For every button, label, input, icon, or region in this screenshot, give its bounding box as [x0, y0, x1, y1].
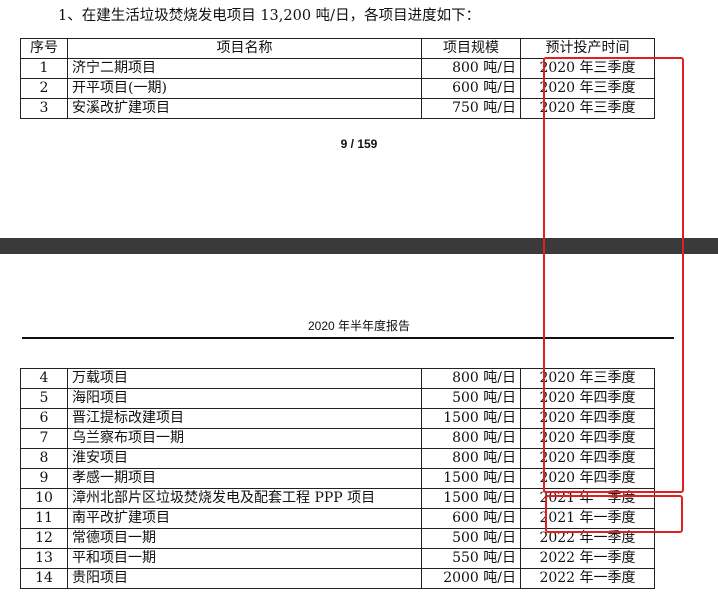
cell-name: 贵阳项目 [67, 568, 422, 589]
cell-scale: 750 吨/日 [421, 98, 521, 119]
cell-no: 8 [20, 448, 68, 469]
cell-scale: 1500 吨/日 [421, 488, 521, 509]
cell-scale: 1500 吨/日 [421, 408, 521, 429]
cell-scale: 800 吨/日 [421, 368, 521, 389]
cell-scale: 600 吨/日 [421, 508, 521, 529]
header-scale: 项目规模 [421, 38, 521, 59]
cell-no: 6 [20, 408, 68, 429]
cell-no: 9 [20, 468, 68, 489]
cell-name: 万载项目 [67, 368, 422, 389]
cell-scale: 550 吨/日 [421, 548, 521, 569]
header-time: 预计投产时间 [520, 38, 655, 59]
cell-name: 济宁二期项目 [67, 58, 422, 79]
cell-name: 海阳项目 [67, 388, 422, 409]
cell-scale: 600 吨/日 [421, 78, 521, 99]
cell-time: 2022 年一季度 [520, 548, 655, 569]
cell-no: 13 [20, 548, 68, 569]
cell-no: 1 [20, 58, 68, 79]
cell-no: 7 [20, 428, 68, 449]
cell-name: 漳州北部片区垃圾焚烧发电及配套工程 PPP 项目 [67, 488, 422, 509]
cell-scale: 2000 吨/日 [421, 568, 521, 589]
cell-scale: 800 吨/日 [421, 448, 521, 469]
cell-scale: 1500 吨/日 [421, 468, 521, 489]
cell-no: 12 [20, 528, 68, 549]
cell-name: 常德项目一期 [67, 528, 422, 549]
cell-name: 平和项目一期 [67, 548, 422, 569]
cell-name: 南平改扩建项目 [67, 508, 422, 529]
cell-no: 5 [20, 388, 68, 409]
cell-no: 2 [20, 78, 68, 99]
intro-text: 1、在建生活垃圾焚烧发电项目 13,200 吨/日，各项目进度如下： [58, 8, 481, 24]
cell-scale: 500 吨/日 [421, 528, 521, 549]
cell-name: 晋江提标改建项目 [67, 408, 422, 429]
table-row: 13 平和项目一期 550 吨/日 2022 年一季度 [20, 548, 655, 569]
cell-scale: 800 吨/日 [421, 428, 521, 449]
cell-no: 11 [20, 508, 68, 529]
header-no: 序号 [20, 38, 68, 59]
cell-name: 安溪改扩建项目 [67, 98, 422, 119]
table-row: 14 贵阳项目 2000 吨/日 2022 年一季度 [20, 568, 655, 589]
highlight-box-2021 [545, 495, 683, 533]
highlight-box-2020 [543, 57, 684, 493]
cell-no: 3 [20, 98, 68, 119]
cell-time: 2022 年一季度 [520, 568, 655, 589]
cell-name: 孝感一期项目 [67, 468, 422, 489]
header-name: 项目名称 [67, 38, 422, 59]
cell-no: 14 [20, 568, 68, 589]
cell-no: 10 [20, 488, 68, 509]
cell-no: 4 [20, 368, 68, 389]
cell-name: 乌兰察布项目一期 [67, 428, 422, 449]
cell-name: 淮安项目 [67, 448, 422, 469]
cell-name: 开平项目(一期) [67, 78, 422, 99]
cell-scale: 500 吨/日 [421, 388, 521, 409]
cell-scale: 800 吨/日 [421, 58, 521, 79]
table-header-row: 序号 项目名称 项目规模 预计投产时间 [20, 38, 655, 59]
